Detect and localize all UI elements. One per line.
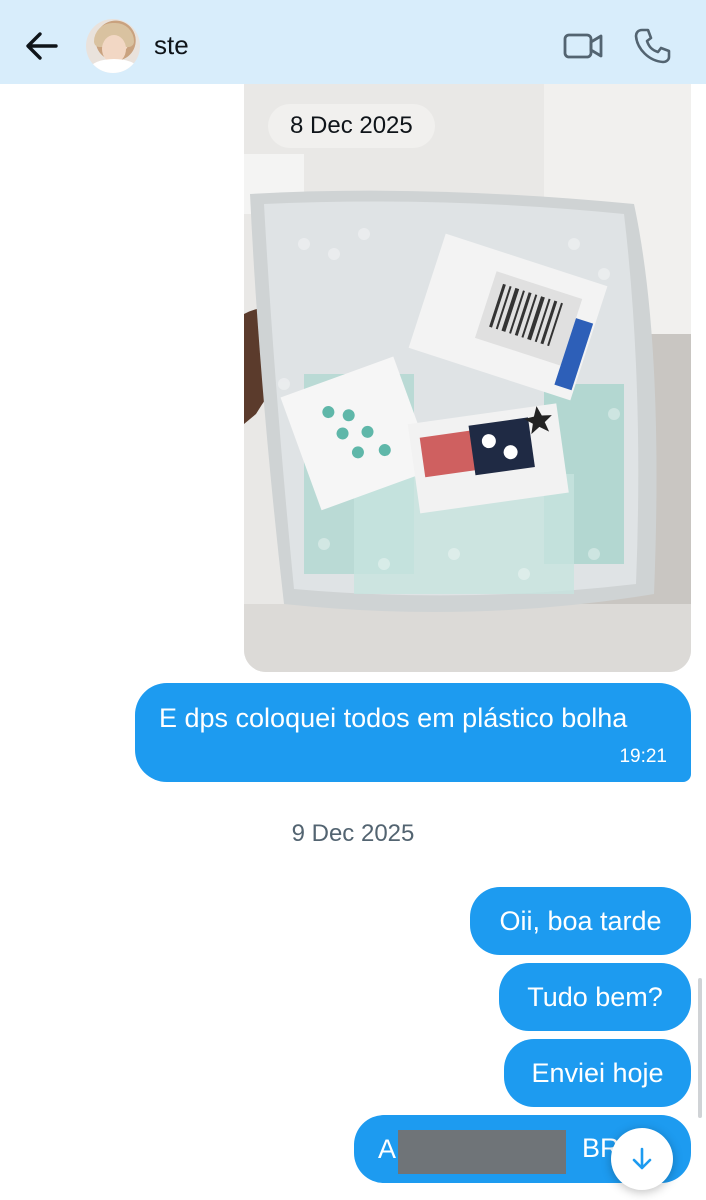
- video-camera-icon: [563, 33, 603, 59]
- message-bubble[interactable]: Tudo bem?: [499, 963, 691, 1031]
- message-bubble[interactable]: Enviei hoje: [504, 1039, 691, 1107]
- bubble-wrap-package-photo: [244, 84, 691, 672]
- message-text-start: A: [378, 1133, 397, 1164]
- date-chip: 8 Dec 2025: [268, 104, 435, 148]
- date-separator: 9 Dec 2025: [291, 820, 415, 847]
- video-call-button[interactable]: [562, 28, 604, 64]
- message-text: Oii, boa tarde: [499, 905, 662, 936]
- message-time: 19:21: [619, 746, 667, 767]
- arrow-down-icon: [632, 1147, 652, 1170]
- contact-name[interactable]: ste: [154, 30, 189, 61]
- back-button[interactable]: [22, 28, 62, 64]
- scrollbar[interactable]: [698, 978, 702, 1118]
- phone-icon: [634, 28, 671, 64]
- arrow-left-icon: [26, 32, 58, 60]
- message-text: Enviei hoje: [531, 1057, 664, 1088]
- avatar[interactable]: [86, 19, 140, 73]
- chat-header: ste: [0, 0, 706, 84]
- message-bubble[interactable]: E dps coloquei todos em plástico bolha 1…: [135, 683, 691, 782]
- message-text: Tudo bem?: [527, 981, 663, 1012]
- voice-call-button[interactable]: [632, 26, 672, 66]
- message-bubble[interactable]: Oii, boa tarde: [470, 887, 691, 955]
- avatar-shirt: [90, 59, 138, 73]
- photo-attachment[interactable]: [244, 84, 691, 672]
- message-text: E dps coloquei todos em plástico bolha: [159, 703, 628, 733]
- scroll-down-button[interactable]: [611, 1128, 673, 1190]
- redaction-block: [398, 1130, 566, 1174]
